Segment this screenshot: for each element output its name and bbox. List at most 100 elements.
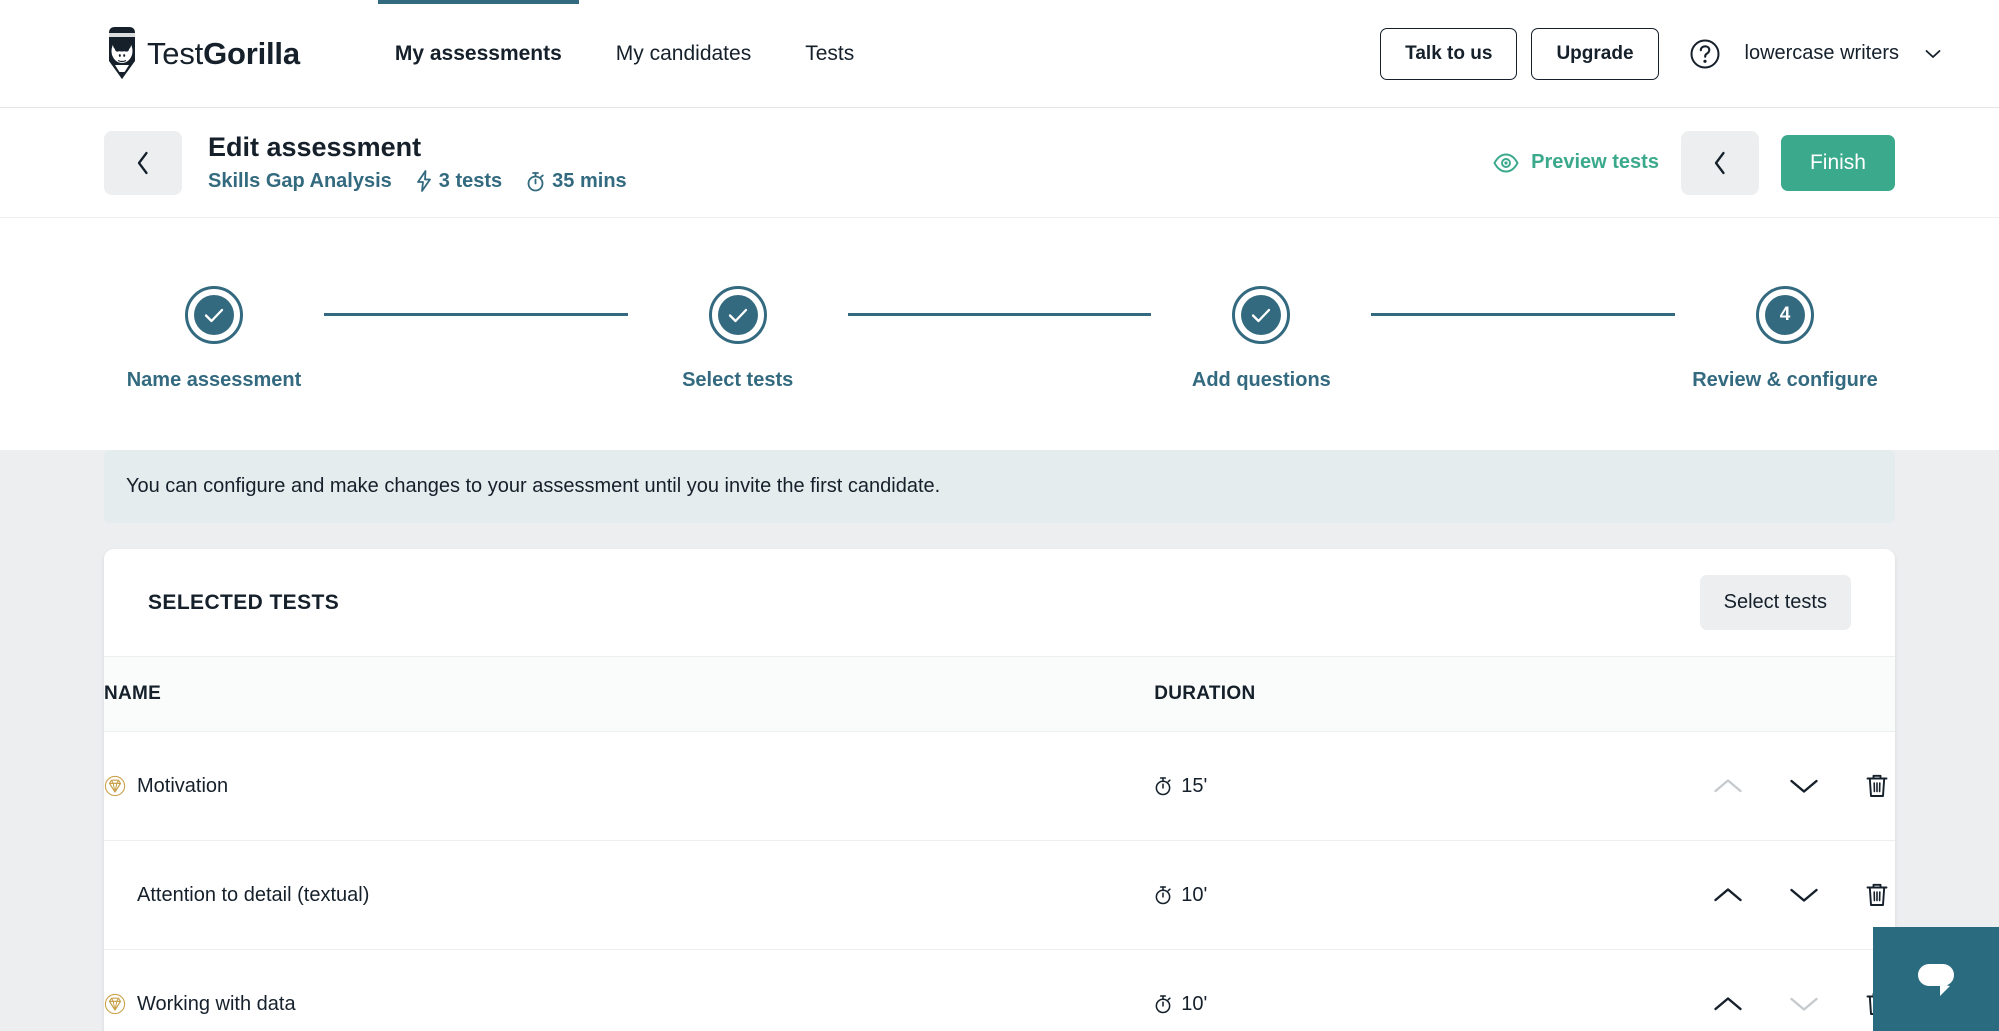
stopwatch-icon [1155,777,1171,796]
stopwatch-icon [1155,995,1171,1014]
assessment-title-block: Edit assessment Skills Gap Analysis 3 te… [208,132,627,192]
test-duration-cell: 15' [1154,731,1555,841]
chevron-down-icon [1790,779,1818,793]
chat-bubble-icon [1918,964,1954,996]
stepper-step-add-questions[interactable]: Add questions [1151,286,1371,392]
check-icon [204,308,224,322]
upgrade-button[interactable]: Upgrade [1531,27,1659,80]
move-down-button[interactable] [1783,880,1825,910]
table-header-row: NAME DURATION [104,656,1895,732]
lightning-bolt-icon [416,170,431,192]
table-row: Working with data 10' [104,950,1895,1031]
testgorilla-logo[interactable]: TestGorilla [104,25,300,83]
account-menu[interactable]: lowercase writers [1745,42,1941,65]
nav-tab-my-candidates[interactable]: My candidates [589,0,778,107]
assessment-stepper-area: Name assessment Select tests Add questio… [0,218,1999,450]
assessment-name-link[interactable]: Skills Gap Analysis [208,170,392,193]
gorilla-pencil-logo-icon [109,26,135,79]
gem-icon [104,993,126,1015]
step-2-circle[interactable] [708,286,767,344]
selected-tests-table: NAME DURATION Motivation 15' Attention t… [104,656,1895,1031]
nav-tab-tests[interactable]: Tests [778,0,881,107]
subheader-actions: Preview tests Finish [1493,130,1895,195]
step-1-circle[interactable] [185,286,243,344]
chat-widget-button[interactable] [1873,927,1999,1031]
test-actions-cell [1555,731,1895,841]
main-content: You can configure and make changes to yo… [0,450,1999,1031]
check-icon [1252,308,1271,322]
stepper-connector-1 [324,313,628,316]
trash-icon [1866,774,1888,797]
chevron-down-icon [1790,888,1818,902]
row-action-buttons [1555,985,1895,1023]
tests-count-meta: 3 tests [416,170,502,193]
row-action-buttons [1555,876,1895,914]
selected-tests-table-body: Motivation 15' Attention to detail (text… [104,731,1895,1031]
test-name-with-badge: Working with data [104,993,1154,1016]
stepper-step-review-configure[interactable]: 4 Review & configure [1675,286,1895,392]
table-row: Motivation 15' [104,731,1895,841]
move-up-button[interactable] [1707,989,1749,1019]
finish-button[interactable]: Finish [1780,134,1895,191]
step-4-marker: 4 [1765,295,1806,335]
nav-tab-my-assessments[interactable]: My assessments [368,0,589,107]
assessment-subheader: Edit assessment Skills Gap Analysis 3 te… [0,108,1999,218]
step-3-label: Add questions [1191,369,1331,391]
step-3-circle[interactable] [1232,286,1291,344]
test-duration-value: 10' [1154,884,1555,907]
selected-tests-heading: SELECTED TESTS [148,590,340,614]
test-name-label: Motivation [137,774,229,797]
stepper-step-select-tests[interactable]: Select tests [628,286,848,392]
preview-tests-button[interactable]: Preview tests [1493,151,1659,174]
move-down-button [1783,989,1825,1019]
stepper-connector-3 [1371,313,1676,316]
column-header-name: NAME [104,656,1155,732]
test-duration-cell: 10' [1154,840,1555,950]
page-title: Edit assessment [208,132,422,163]
logo-wordmark: TestGorilla [147,35,300,71]
question-circle-icon[interactable] [1689,38,1721,70]
step-4-label: Review & configure [1692,369,1878,391]
test-duration-label: 10' [1181,883,1208,906]
selected-tests-header: SELECTED TESTS Select tests [104,549,1895,656]
talk-to-us-button[interactable]: Talk to us [1380,27,1518,80]
delete-test-button[interactable] [1859,767,1895,805]
move-down-button[interactable] [1783,771,1825,801]
selected-tests-card: SELECTED TESTS Select tests NAME DURATIO… [104,549,1895,1031]
test-name-cell: Motivation [104,731,1155,841]
assessment-meta-row: Skills Gap Analysis 3 tests 35 mins [208,170,627,193]
duration-meta: 35 mins [526,170,627,193]
chevron-up-icon [1714,888,1742,902]
nav-tab-my-assessments-label: My assessments [394,41,562,65]
test-name-label: Attention to detail (textual) [137,883,370,906]
trash-icon [1866,883,1888,906]
chevron-up-icon [1714,779,1742,793]
chevron-left-icon [1714,151,1725,174]
test-duration-value: 15' [1154,775,1555,798]
chevron-up-icon [1714,997,1742,1011]
tests-count-label: 3 tests [438,169,503,192]
top-navigation-bar: TestGorilla My assessments My candidates… [0,0,1999,108]
nav-tab-my-candidates-label: My candidates [615,41,752,65]
step-3-marker [1241,295,1282,335]
test-duration-label: 15' [1181,774,1208,797]
back-button[interactable] [104,130,182,195]
test-name-with-badge: Attention to detail (textual) [104,884,1154,907]
delete-test-button[interactable] [1859,876,1895,914]
row-action-buttons [1555,767,1895,805]
move-up-button[interactable] [1707,880,1749,910]
select-tests-button[interactable]: Select tests [1699,575,1851,630]
chevron-down-icon [1925,49,1941,58]
previous-step-button[interactable] [1680,130,1759,195]
column-header-actions [1555,656,1895,732]
stepper-step-name-assessment[interactable]: Name assessment [104,286,324,392]
test-actions-cell [1555,840,1895,950]
column-header-duration: DURATION [1154,656,1555,732]
assessment-stepper: Name assessment Select tests Add questio… [104,286,1895,392]
configure-notice-banner: You can configure and make changes to yo… [104,450,1895,523]
step-4-circle[interactable]: 4 [1756,286,1815,344]
check-icon [728,308,747,322]
stopwatch-icon [1155,886,1171,905]
top-nav-actions: Talk to us Upgrade lowercase writers [1380,27,1941,80]
eye-icon [1493,153,1519,172]
